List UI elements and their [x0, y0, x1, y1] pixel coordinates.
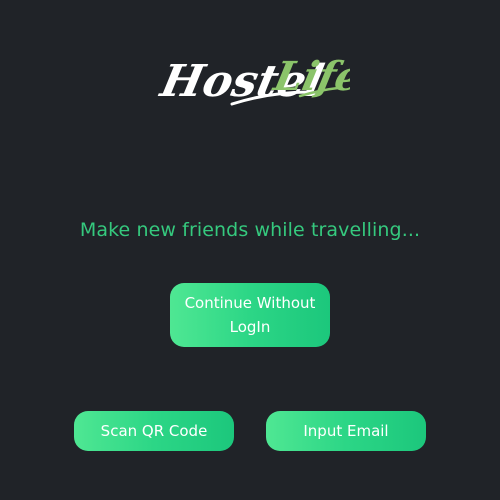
continue-without-login-label: Continue Without LogIn: [184, 294, 316, 336]
input-email-label: Input Email: [303, 422, 389, 440]
scan-qr-code-button[interactable]: Scan QR Code: [74, 411, 234, 451]
continue-without-login-button[interactable]: Continue Without LogIn: [170, 283, 330, 347]
tagline: Make new friends while travelling...: [79, 219, 421, 241]
hostellife-logo: Hostel Life: [155, 52, 350, 106]
scan-qr-code-label: Scan QR Code: [100, 422, 208, 440]
input-email-button[interactable]: Input Email: [266, 411, 426, 451]
welcome-screen: Hostel Life Make new friends while trave…: [0, 0, 500, 500]
